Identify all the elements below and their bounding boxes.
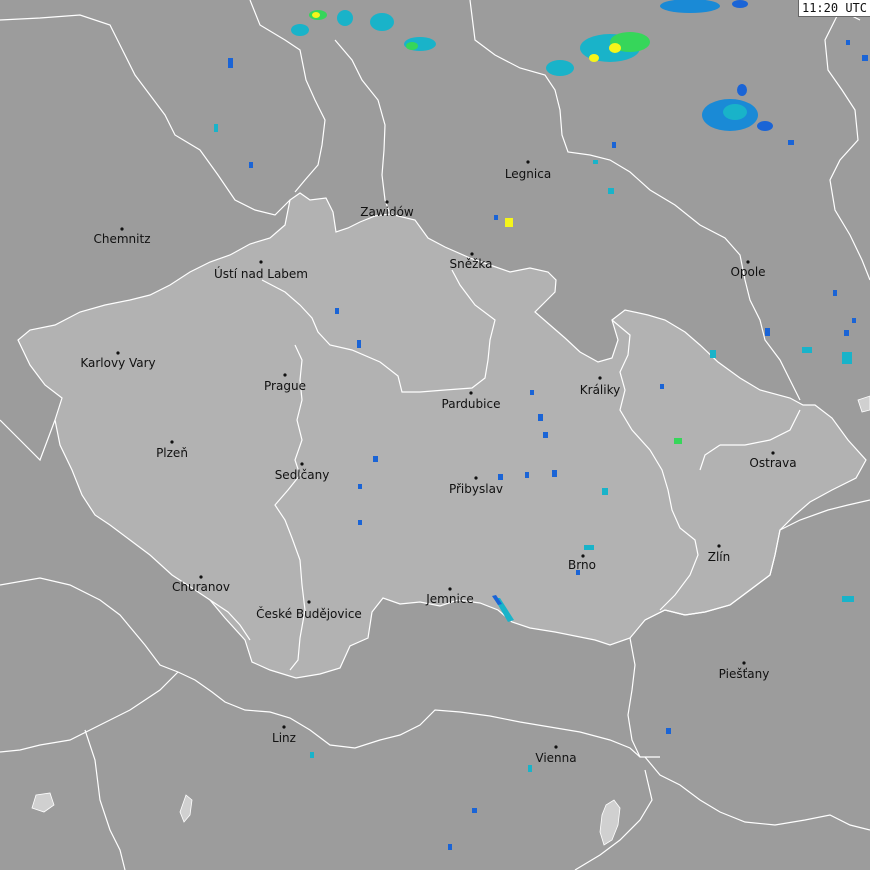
city-name-label: České Budějovice [256,606,362,621]
city-marker [116,351,120,355]
city-marker [282,725,286,729]
timestamp-label: 11:20 UTC [797,0,870,17]
city-marker [300,462,304,466]
map-canvas: Legnica Zawidów Chemnitz Ústí nad Labem Sněž… [0,0,870,870]
city-name-label: Sněžka [450,257,493,271]
city-marker [771,451,775,455]
city-name-label: Brno [568,558,596,572]
city-name-label: Pardubice [442,397,501,411]
city-name-label: Linz [272,731,296,745]
city-name-label: Králiky [580,383,620,397]
city-marker [598,376,602,380]
city-marker [199,575,203,579]
city-marker [474,476,478,480]
city-marker [742,661,746,665]
city-name-label: Přibyslav [449,482,503,496]
city-name-label: Prague [264,379,306,393]
city-marker [717,544,721,548]
city-name-label: Zlín [708,550,731,564]
city-name-label: Karlovy Vary [80,356,155,370]
city-name-label: Piešťany [719,667,770,681]
city-name-label: Churanov [172,580,230,594]
city-name-label: Plzeň [156,446,188,460]
city-name-label: Legnica [505,167,551,181]
city-name-label: Opole [730,265,765,279]
city-marker [259,260,263,264]
city-marker [385,200,389,204]
city-name-label: Jemnice [425,592,474,606]
city-name-label: Ústí nad Labem [214,266,308,281]
city-marker [170,440,174,444]
city-name-label: Vienna [535,751,576,765]
city-name-label: Sedlčany [275,468,330,482]
city-name-label: Zawidów [360,205,414,219]
city-marker [120,227,124,231]
city-marker [526,160,530,164]
city-marker [448,587,452,591]
city-marker [470,252,474,256]
city-marker [746,260,750,264]
lightning-radar-map: Legnica Zawidów Chemnitz Ústí nad Labem Sněž… [0,0,870,870]
city-name-label: Ostrava [749,456,796,470]
city-marker [554,745,558,749]
city-name-label: Chemnitz [94,232,151,246]
city-brno: Brno [568,554,596,572]
city-marker [469,391,473,395]
city-marker [283,373,287,377]
city-marker [307,600,311,604]
